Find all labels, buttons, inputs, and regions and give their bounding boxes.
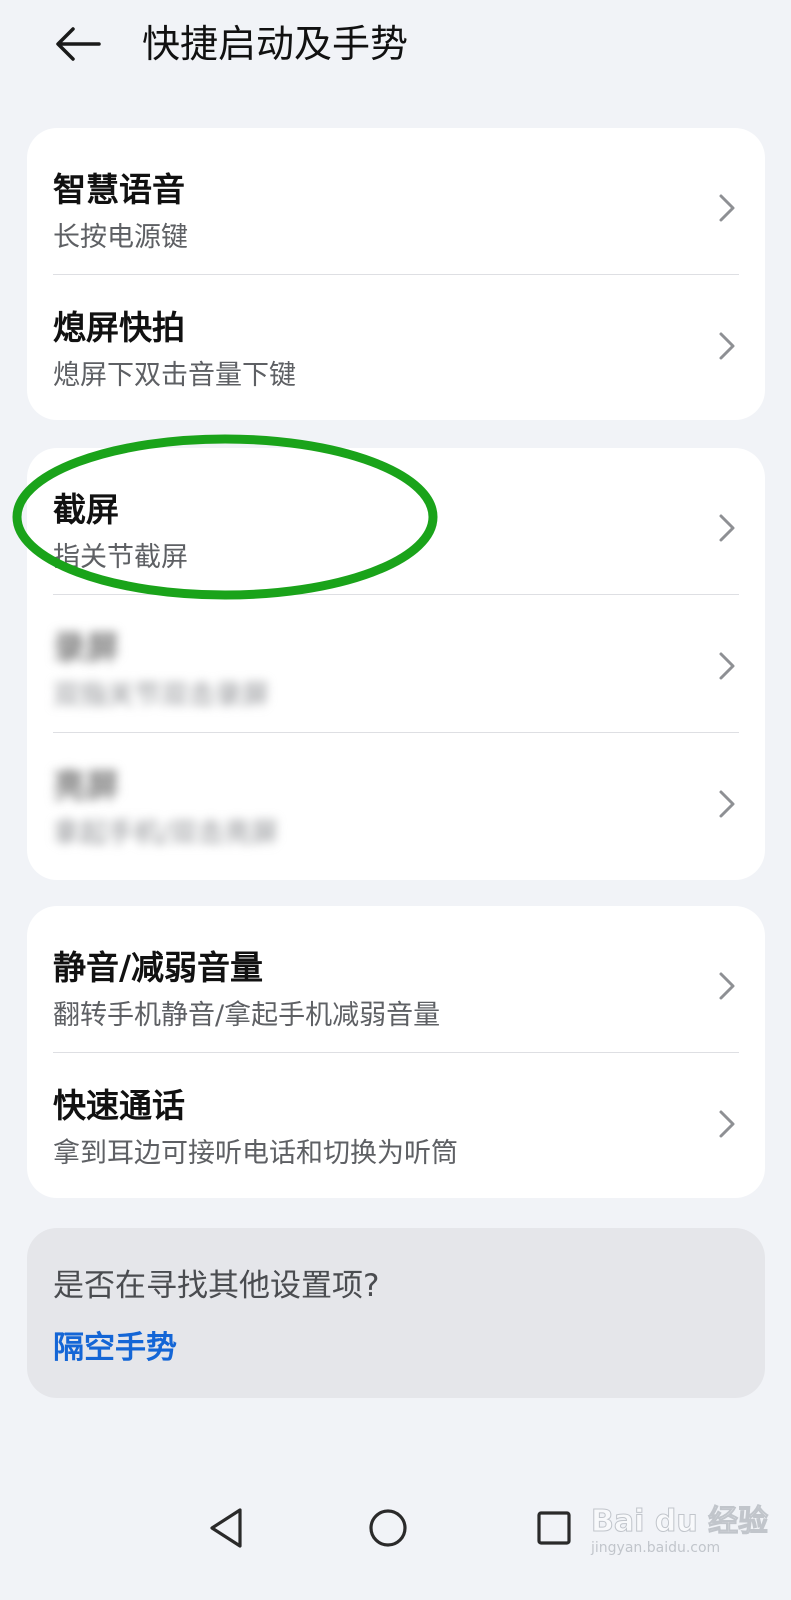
arrow-left-icon bbox=[56, 27, 101, 61]
list-item-smart-voice[interactable]: 智慧语音 长按电源键 bbox=[27, 136, 765, 276]
item-title: 熄屏快拍 bbox=[53, 308, 185, 347]
item-title: 静音/减弱音量 bbox=[53, 948, 264, 987]
settings-group-1: 智慧语音 长按电源键 熄屏快拍 熄屏下双击音量下键 bbox=[27, 128, 765, 420]
list-item-screen-record[interactable]: 录屏 双指关节双击录屏 bbox=[27, 594, 765, 734]
item-title: 快速通话 bbox=[53, 1086, 185, 1125]
find-more-card: 是否在寻找其他设置项? 隔空手势 bbox=[27, 1228, 765, 1398]
item-subtitle: 拿到耳边可接听电话和切换为听筒 bbox=[53, 1138, 458, 1169]
settings-group-2: 截屏 指关节截屏 录屏 双指关节双击录屏 亮屏 拿起手机/双击亮屏 bbox=[27, 448, 765, 880]
list-item-mute-reduce-volume[interactable]: 静音/减弱音量 翻转手机静音/拿起手机减弱音量 bbox=[27, 914, 765, 1054]
row-divider bbox=[53, 1052, 739, 1053]
find-more-question: 是否在寻找其他设置项? bbox=[53, 1268, 380, 1304]
row-divider bbox=[53, 274, 739, 275]
chevron-right-icon bbox=[719, 194, 735, 222]
item-subtitle: 翻转手机静音/拿起手机减弱音量 bbox=[53, 1000, 441, 1031]
list-item-screen-off-snapshot[interactable]: 熄屏快拍 熄屏下双击音量下键 bbox=[27, 274, 765, 414]
watermark-url: jingyan.baidu.com bbox=[591, 1540, 721, 1556]
chevron-right-icon bbox=[719, 972, 735, 1000]
nav-back-button[interactable] bbox=[198, 1500, 254, 1556]
chevron-right-icon bbox=[719, 514, 735, 542]
nav-recents-button[interactable] bbox=[526, 1500, 582, 1556]
item-subtitle: 熄屏下双击音量下键 bbox=[53, 360, 296, 391]
chevron-right-icon bbox=[719, 652, 735, 680]
list-item-wake-screen[interactable]: 亮屏 拿起手机/双击亮屏 bbox=[27, 732, 765, 872]
watermark-brand: Bai du 经验 bbox=[590, 1504, 769, 1540]
square-recents-icon bbox=[537, 1511, 571, 1545]
item-subtitle: 长按电源键 bbox=[53, 222, 188, 253]
item-subtitle: 双指关节双击录屏 bbox=[53, 680, 269, 711]
air-gesture-link[interactable]: 隔空手势 bbox=[53, 1326, 177, 1370]
back-button[interactable] bbox=[46, 12, 110, 76]
item-title: 截屏 bbox=[53, 490, 119, 529]
item-title: 录屏 bbox=[53, 628, 119, 667]
triangle-back-icon bbox=[210, 1508, 242, 1548]
page-title: 快捷启动及手势 bbox=[142, 22, 409, 66]
item-subtitle: 拿起手机/双击亮屏 bbox=[53, 818, 279, 849]
nav-home-button[interactable] bbox=[360, 1500, 416, 1556]
row-divider bbox=[53, 732, 739, 733]
item-title: 亮屏 bbox=[53, 766, 119, 805]
list-item-screenshot[interactable]: 截屏 指关节截屏 bbox=[27, 456, 765, 596]
settings-group-3: 静音/减弱音量 翻转手机静音/拿起手机减弱音量 快速通话 拿到耳边可接听电话和切… bbox=[27, 906, 765, 1198]
item-subtitle: 指关节截屏 bbox=[53, 542, 188, 573]
chevron-right-icon bbox=[719, 1110, 735, 1138]
item-title: 智慧语音 bbox=[53, 170, 185, 209]
list-item-quick-call[interactable]: 快速通话 拿到耳边可接听电话和切换为听筒 bbox=[27, 1052, 765, 1192]
row-divider bbox=[53, 594, 739, 595]
baidu-watermark: Bai du 经验 jingyan.baidu.com bbox=[590, 1488, 768, 1568]
chevron-right-icon bbox=[719, 332, 735, 360]
chevron-right-icon bbox=[719, 790, 735, 818]
title-bar: 快捷启动及手势 bbox=[0, 0, 791, 96]
circle-home-icon bbox=[369, 1509, 407, 1547]
